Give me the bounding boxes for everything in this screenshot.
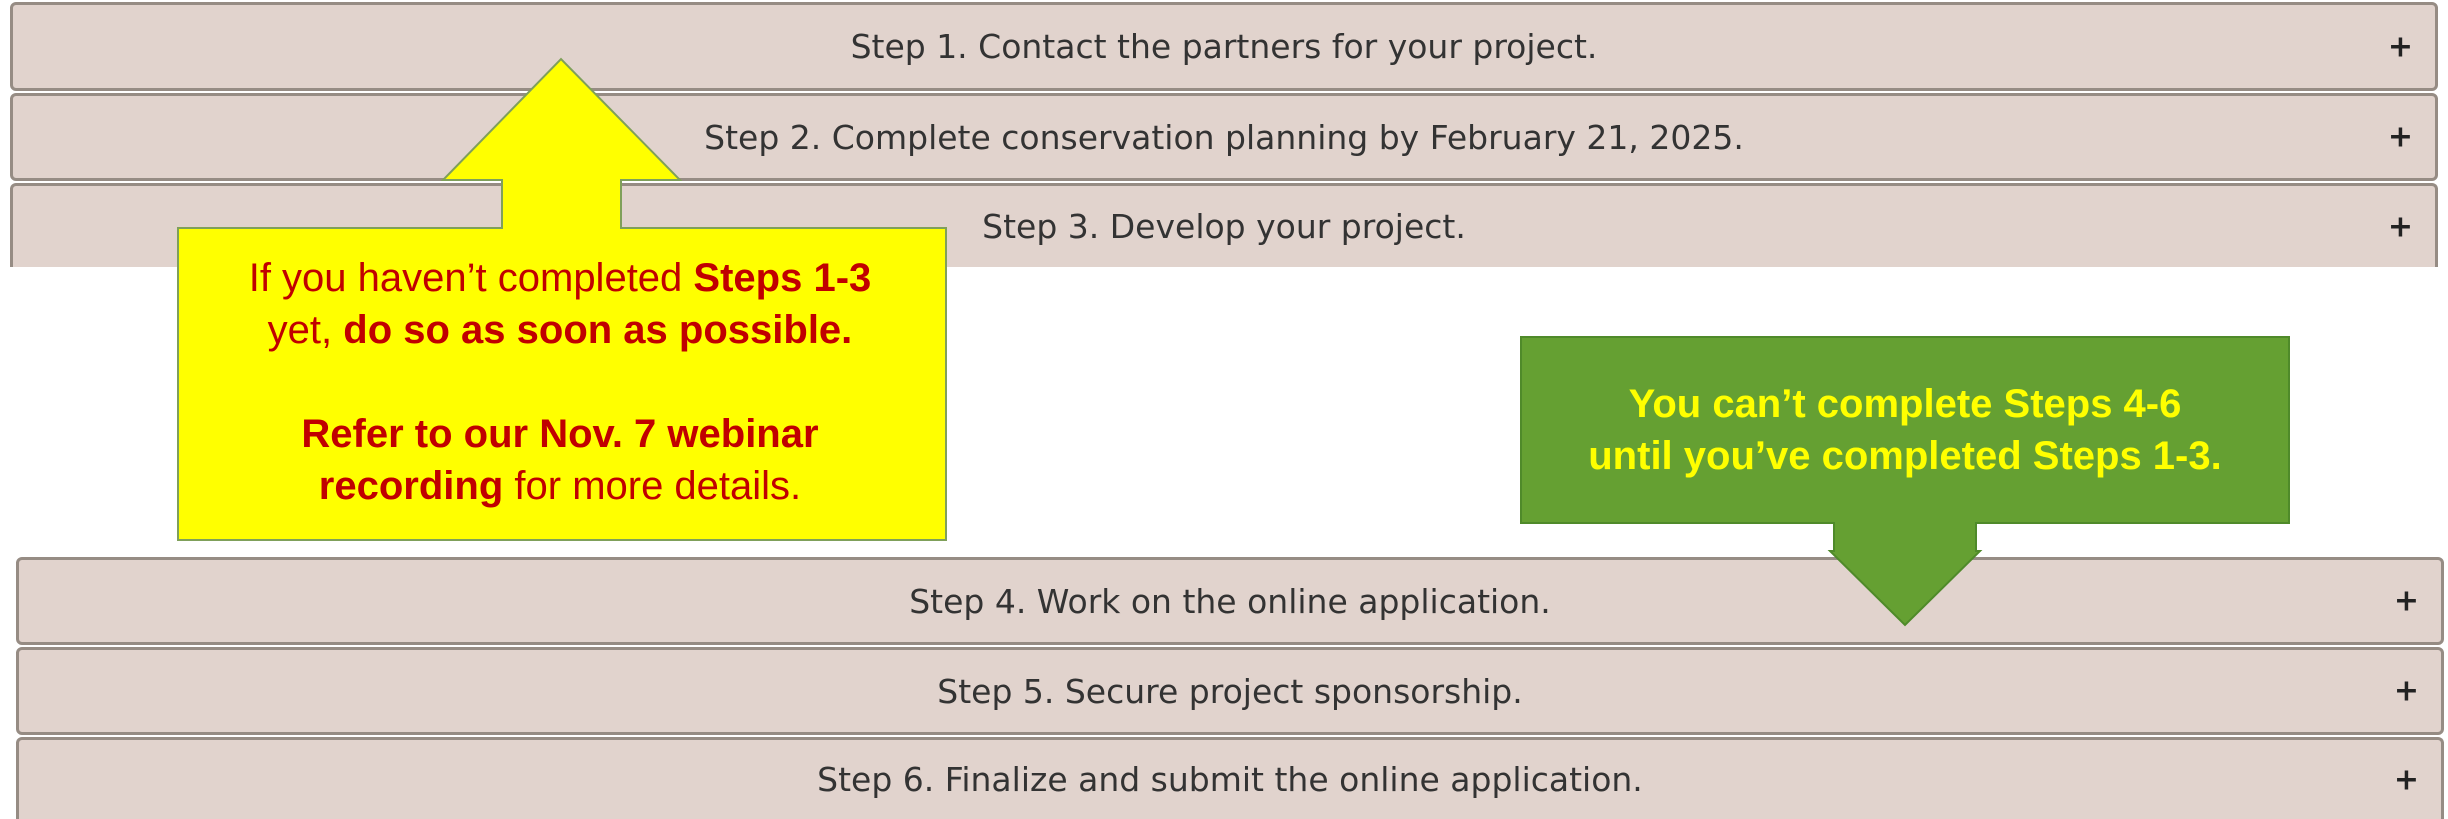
yellow-callout-text: If you haven’t completed Steps 1-3 yet, …	[248, 256, 872, 508]
green-callout-text: You can’t complete Steps 4-6 until you’v…	[1588, 382, 2222, 478]
